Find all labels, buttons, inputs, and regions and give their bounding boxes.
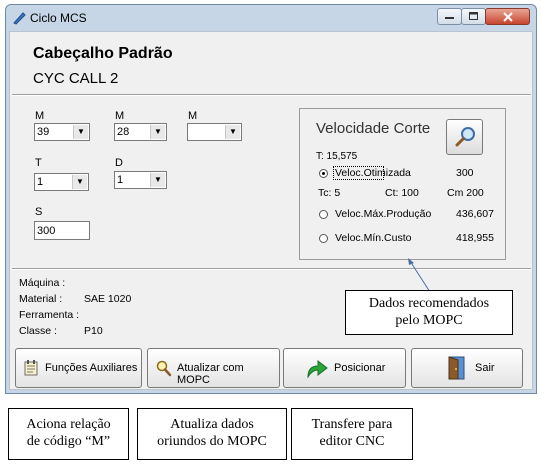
option-value-max-producao: 436,607 [456, 208, 494, 220]
m2-label: M [115, 110, 125, 122]
notepad-icon [24, 360, 38, 376]
d-select[interactable]: 1 ▼ [114, 171, 167, 189]
note-line: de código “M” [26, 434, 111, 449]
radio-veloc-otimizada[interactable] [319, 169, 328, 178]
chevron-down-icon[interactable]: ▼ [150, 125, 165, 139]
d-value: 1 [117, 174, 124, 186]
funcoes-auxiliares-label: Funções Auxiliares [45, 362, 138, 374]
classe-label: Classe : [19, 325, 57, 337]
cm-value: Cm 200 [447, 187, 484, 199]
option-label-otimizada[interactable]: Veloc.Otimizada [335, 167, 411, 179]
window-title: Ciclo MCS [30, 11, 87, 25]
maximize-icon [469, 12, 478, 20]
t-value: 1 [37, 176, 44, 188]
header-subtitle: CYC CALL 2 [33, 70, 119, 87]
velocity-title: Velocidade Corte [316, 120, 431, 137]
t-time-value: T: 15,575 [316, 151, 358, 162]
tc-value: Tc: 5 [318, 187, 341, 199]
material-label: Material : [19, 293, 63, 305]
note-line: Transfere para [311, 417, 393, 432]
note-line: editor CNC [319, 434, 385, 449]
m1-value: 39 [37, 126, 50, 138]
m1-select[interactable]: 39 ▼ [34, 123, 90, 141]
note-line: oriundos do MOPC [157, 434, 267, 449]
note-line: Aciona relação [26, 417, 111, 432]
ct-value: Ct: 100 [385, 187, 419, 199]
radio-veloc-min-custo[interactable] [319, 234, 328, 243]
chevron-down-icon[interactable]: ▼ [73, 125, 88, 139]
radio-veloc-max-producao[interactable] [319, 210, 328, 219]
s-value: 300 [37, 225, 56, 237]
option-value-min-custo: 418,955 [456, 232, 494, 244]
header-divider [12, 94, 531, 96]
magnifier-icon [156, 360, 172, 377]
option-label-min-custo[interactable]: Veloc.Mín.Custo [335, 232, 411, 244]
info-divider [12, 268, 531, 270]
note-line: Dados recomendados [368, 296, 490, 311]
m3-select[interactable]: ▼ [187, 123, 242, 141]
maximize-button[interactable] [461, 8, 486, 25]
m1-label: M [35, 110, 45, 122]
note-aciona-relacao: Aciona relação de código “M” [8, 408, 129, 460]
sair-button[interactable]: Sair [411, 348, 523, 388]
magnifier-icon [455, 127, 475, 147]
minimize-button[interactable] [437, 8, 462, 25]
chevron-down-icon[interactable]: ▼ [150, 173, 165, 187]
minimize-icon [445, 17, 454, 19]
note-dados-recomendados: Dados recomendados pelo MOPC [345, 290, 513, 335]
arrow-right-icon [307, 359, 328, 378]
classe-value: P10 [84, 325, 103, 337]
note-transfere: Transfere para editor CNC [291, 408, 413, 460]
sair-label: Sair [475, 362, 495, 374]
d-label: D [115, 157, 123, 169]
ferramenta-label: Ferramenta : [19, 309, 80, 321]
exit-door-icon [448, 356, 465, 380]
m2-select[interactable]: 28 ▼ [114, 123, 167, 141]
s-label: S [35, 206, 43, 218]
maquina-label: Máquina : [19, 277, 66, 289]
chevron-down-icon[interactable]: ▼ [72, 175, 87, 189]
atualizar-mopc-button[interactable]: Atualizar com MOPC [147, 348, 280, 388]
option-label-max-producao[interactable]: Veloc.Máx.Produção [335, 208, 431, 220]
search-button[interactable] [446, 119, 483, 155]
posicionar-label: Posicionar [334, 362, 386, 374]
app-icon [13, 12, 26, 25]
note-line: Atualiza dados [170, 417, 254, 432]
note-line: pelo MOPC [395, 313, 463, 328]
m3-label: M [188, 110, 198, 122]
s-input[interactable]: 300 [34, 221, 90, 240]
material-value: SAE 1020 [84, 293, 132, 305]
atualizar-mopc-label: Atualizar com MOPC [177, 362, 244, 386]
note-atualiza-dados: Atualiza dados oriundos do MOPC [137, 408, 287, 460]
close-button[interactable] [485, 8, 530, 25]
funcoes-auxiliares-button[interactable]: Funções Auxiliares [15, 348, 142, 388]
header-title: Cabeçalho Padrão [33, 45, 173, 62]
t-select[interactable]: 1 ▼ [34, 173, 89, 191]
posicionar-button[interactable]: Posicionar [283, 348, 406, 388]
annotation-arrow [408, 258, 431, 293]
option-value-otimizada: 300 [456, 167, 474, 179]
title-bar[interactable]: Ciclo MCS [6, 5, 536, 31]
t-label: T [35, 157, 42, 169]
close-icon [503, 12, 513, 22]
chevron-down-icon[interactable]: ▼ [225, 125, 240, 139]
m2-value: 28 [117, 126, 130, 138]
